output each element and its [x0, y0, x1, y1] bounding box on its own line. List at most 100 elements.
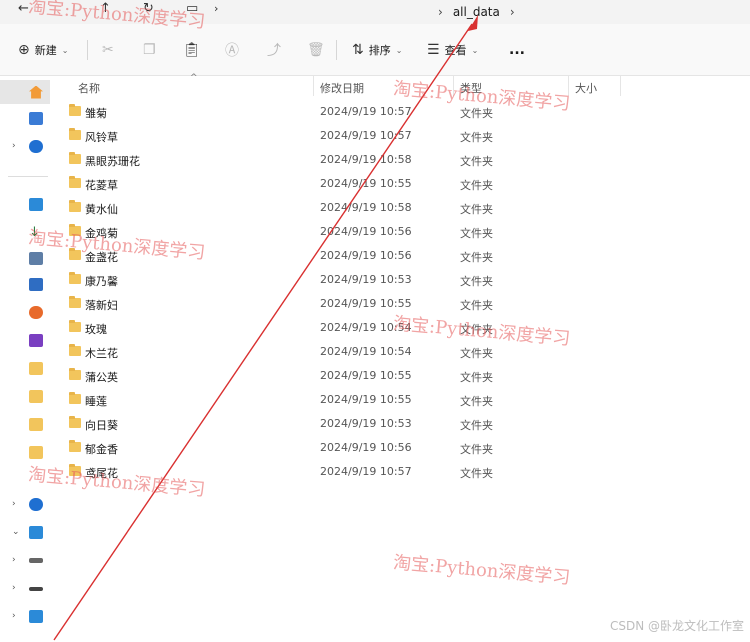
file-modified: 2024/9/19 10:58: [320, 153, 412, 166]
column-name[interactable]: 名称: [78, 80, 100, 96]
list-item[interactable]: 花菱草 2024/9/19 10:55 文件夹: [64, 172, 624, 196]
list-item[interactable]: 玫瑰 2024/9/19 10:54 文件夹: [64, 316, 624, 340]
chevron-right-icon[interactable]: ›: [12, 583, 16, 593]
column-divider[interactable]: [568, 76, 569, 96]
nav-item-desktop[interactable]: [0, 192, 50, 216]
folder-icon: [69, 296, 81, 308]
share-button[interactable]: ⤴: [267, 40, 281, 60]
file-type: 文件夹: [460, 419, 493, 432]
new-button[interactable]: ⊕ 新建 ⌄: [18, 40, 68, 60]
chevron-down-icon: ⌄: [61, 45, 69, 55]
folder-icon: [69, 128, 81, 140]
up-arrow-icon[interactable]: ↑: [100, 1, 111, 16]
file-type: 文件夹: [460, 251, 493, 264]
column-divider[interactable]: [313, 76, 314, 96]
address-bar: ← ↑ ↻ ▭ › › all_data ›: [0, 0, 750, 24]
back-arrow-icon[interactable]: ←: [18, 1, 29, 16]
cloud-icon: [29, 497, 43, 511]
list-item[interactable]: 黄水仙 2024/9/19 10:58 文件夹: [64, 196, 624, 220]
list-item[interactable]: 睡莲 2024/9/19 10:55 文件夹: [64, 388, 624, 412]
nav-item-drive[interactable]: ›: [0, 548, 50, 572]
video-icon: [29, 333, 43, 347]
nav-item-drive[interactable]: ›: [0, 576, 50, 600]
chevron-right-icon[interactable]: ›: [12, 555, 16, 565]
folder-icon: [69, 368, 81, 380]
nav-item-this-pc[interactable]: ⌄: [0, 520, 50, 544]
nav-item-documents[interactable]: [0, 246, 50, 270]
file-type: 文件夹: [460, 395, 493, 408]
paste-button[interactable]: 📋︎: [183, 40, 201, 60]
folder-icon: [69, 248, 81, 260]
folder-icon: [69, 464, 81, 476]
folder-icon: [69, 200, 81, 212]
list-item[interactable]: 风铃草 2024/9/19 10:57 文件夹: [64, 124, 624, 148]
file-modified: 2024/9/19 10:55: [320, 393, 412, 406]
nav-item-music[interactable]: [0, 300, 50, 324]
file-modified: 2024/9/19 10:56: [320, 441, 412, 454]
file-modified: 2024/9/19 10:56: [320, 225, 412, 238]
folder-icon: [69, 320, 81, 332]
nav-item-folder[interactable]: [0, 384, 50, 408]
column-divider[interactable]: [453, 76, 454, 96]
monitor-icon[interactable]: ▭: [186, 1, 198, 16]
more-options-button[interactable]: ...: [509, 40, 525, 60]
list-item[interactable]: 雏菊 2024/9/19 10:57 文件夹: [64, 100, 624, 124]
column-type[interactable]: 类型: [460, 80, 482, 96]
nav-item-downloads[interactable]: ↓: [0, 220, 50, 244]
column-divider[interactable]: [620, 76, 621, 96]
nav-item-onedrive[interactable]: ›: [0, 134, 50, 158]
file-name: 玫瑰: [85, 323, 107, 336]
file-name: 花菱草: [85, 179, 118, 192]
plus-circle-icon: ⊕: [18, 42, 30, 58]
breadcrumb[interactable]: › all_data ›: [438, 0, 515, 24]
chevron-right-icon[interactable]: ›: [12, 141, 16, 151]
drive-icon: [29, 558, 43, 563]
list-item[interactable]: 木兰花 2024/9/19 10:54 文件夹: [64, 340, 624, 364]
gallery-icon: [29, 111, 43, 125]
column-modified[interactable]: 修改日期: [320, 80, 364, 96]
list-item[interactable]: 黑眼苏珊花 2024/9/19 10:58 文件夹: [64, 148, 624, 172]
list-item[interactable]: 蒲公英 2024/9/19 10:55 文件夹: [64, 364, 624, 388]
nav-item-pictures[interactable]: [0, 272, 50, 296]
list-item[interactable]: 金盏花 2024/9/19 10:56 文件夹: [64, 244, 624, 268]
view-button[interactable]: ☰ 查看 ⌄: [427, 40, 478, 60]
nav-item-home[interactable]: [0, 80, 50, 104]
chevron-right-icon[interactable]: ›: [12, 499, 16, 509]
nav-item-folder[interactable]: [0, 412, 50, 436]
folder-icon: [29, 389, 43, 403]
column-size[interactable]: 大小: [575, 80, 597, 96]
list-item[interactable]: 康乃馨 2024/9/19 10:53 文件夹: [64, 268, 624, 292]
nav-item-gallery[interactable]: [0, 106, 50, 130]
list-item[interactable]: 落新妇 2024/9/19 10:55 文件夹: [64, 292, 624, 316]
sort-button[interactable]: ⇅ 排序 ⌄: [352, 40, 402, 60]
nav-item-network[interactable]: ›: [0, 604, 50, 628]
list-item[interactable]: 金鸡菊 2024/9/19 10:56 文件夹: [64, 220, 624, 244]
chevron-down-icon[interactable]: ⌄: [12, 527, 20, 537]
breadcrumb-current[interactable]: all_data: [453, 5, 500, 19]
folder-icon: [69, 176, 81, 188]
list-item[interactable]: 郁金香 2024/9/19 10:56 文件夹: [64, 436, 624, 460]
nav-item-cloud[interactable]: ›: [0, 492, 50, 516]
nav-item-folder[interactable]: [0, 356, 50, 380]
cut-button[interactable]: ✂: [102, 40, 114, 60]
folder-icon: [69, 344, 81, 356]
copy-button[interactable]: ❐: [143, 40, 156, 60]
new-button-label: 新建: [34, 44, 57, 57]
desktop-icon: [29, 197, 43, 211]
rename-button[interactable]: Ⓐ: [225, 40, 239, 60]
nav-item-videos[interactable]: [0, 328, 50, 352]
trash-icon: 🗑︎: [307, 42, 325, 58]
file-modified: 2024/9/19 10:57: [320, 465, 412, 478]
chevron-right-icon[interactable]: ›: [12, 611, 16, 621]
file-type: 文件夹: [460, 203, 493, 216]
list-item[interactable]: 鸢尾花 2024/9/19 10:57 文件夹: [64, 460, 624, 484]
delete-button[interactable]: 🗑︎: [307, 40, 325, 60]
list-view-icon: ☰: [427, 42, 440, 58]
file-type: 文件夹: [460, 179, 493, 192]
breadcrumb-chevron-icon: ›: [438, 5, 443, 19]
nav-item-folder[interactable]: [0, 440, 50, 464]
file-type: 文件夹: [460, 107, 493, 120]
refresh-icon[interactable]: ↻: [143, 1, 154, 16]
file-modified: 2024/9/19 10:54: [320, 345, 412, 358]
list-item[interactable]: 向日葵 2024/9/19 10:53 文件夹: [64, 412, 624, 436]
